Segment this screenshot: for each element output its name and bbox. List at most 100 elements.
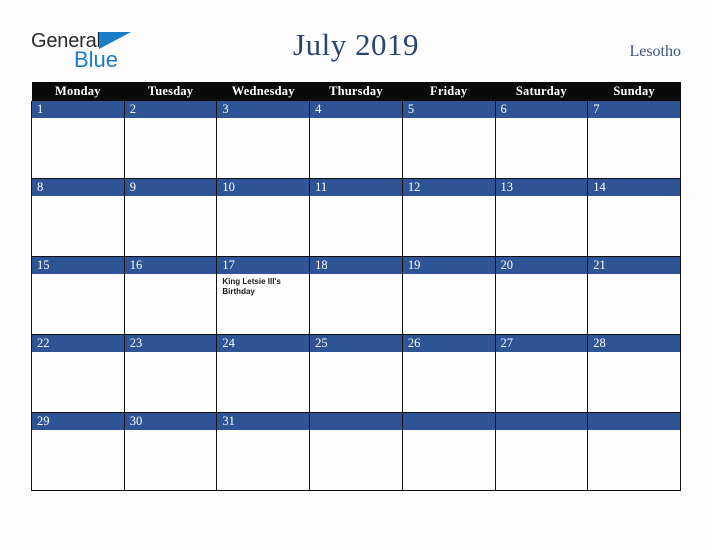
day-cell-inner: 4	[310, 101, 402, 178]
weekday-header-monday: Monday	[31, 82, 125, 101]
calendar-day-cell[interactable]: 18	[309, 256, 403, 335]
day-cell-inner: 21	[588, 257, 680, 334]
calendar-week-row: 15 16 17 King Letsie III's Birthday 18 19 20 21	[31, 256, 681, 335]
calendar-day-cell[interactable]: 17 King Letsie III's Birthday	[216, 256, 311, 335]
calendar-day-cell[interactable]: 12	[401, 178, 496, 257]
day-cell-inner: 10	[217, 179, 310, 256]
day-number: 12	[402, 179, 495, 196]
calendar-day-cell[interactable]: 23	[123, 334, 218, 413]
calendar-day-cell[interactable]: 30	[123, 412, 218, 491]
day-number: 26	[402, 335, 495, 352]
page-header: General Blue July 2019 Lesotho	[0, 0, 712, 82]
day-number: 22	[32, 335, 124, 352]
day-number: 9	[124, 179, 217, 196]
calendar-day-cell[interactable]: 11	[309, 178, 403, 257]
calendar-grid: Monday Tuesday Wednesday Thursday Friday…	[31, 82, 681, 491]
day-number: 21	[588, 257, 680, 274]
day-cell-inner: 1	[32, 101, 124, 178]
day-cell-inner: 9	[124, 179, 217, 256]
day-number	[310, 413, 402, 430]
day-number: 3	[217, 101, 310, 118]
weekday-header-sunday: Sunday	[587, 82, 681, 101]
calendar-day-cell[interactable]: 24	[216, 334, 311, 413]
calendar-day-cell[interactable]: 4	[309, 101, 403, 179]
day-cell-inner: 26	[402, 335, 495, 412]
calendar-day-cell[interactable]	[401, 412, 496, 491]
day-number: 8	[32, 179, 124, 196]
day-cell-inner: 28	[588, 335, 680, 412]
calendar-day-cell[interactable]: 7	[587, 101, 681, 179]
calendar-day-cell[interactable]: 16	[123, 256, 218, 335]
day-number: 5	[402, 101, 495, 118]
weekday-header-friday: Friday	[402, 82, 496, 101]
day-number: 29	[32, 413, 124, 430]
calendar-day-cell[interactable]: 13	[494, 178, 589, 257]
calendar-day-cell[interactable]: 15	[31, 256, 125, 335]
day-cell-inner: 2	[124, 101, 217, 178]
day-cell-inner: 24	[217, 335, 310, 412]
calendar-day-cell[interactable]	[309, 412, 403, 491]
day-cell-inner: 14	[588, 179, 680, 256]
day-number: 20	[495, 257, 588, 274]
day-number: 17	[217, 257, 310, 274]
calendar-day-cell[interactable]: 25	[309, 334, 403, 413]
calendar-header-row: Monday Tuesday Wednesday Thursday Friday…	[31, 82, 681, 101]
day-cell-inner: 3	[217, 101, 310, 178]
day-cell-inner: 17 King Letsie III's Birthday	[217, 257, 310, 334]
day-number: 24	[217, 335, 310, 352]
day-cell-inner: 11	[310, 179, 402, 256]
calendar-day-cell[interactable]: 20	[494, 256, 589, 335]
calendar-day-cell[interactable]: 27	[494, 334, 589, 413]
calendar-day-cell[interactable]	[587, 412, 681, 491]
weekday-header-saturday: Saturday	[495, 82, 588, 101]
calendar-day-cell[interactable]: 31	[216, 412, 311, 491]
calendar-day-cell[interactable]: 22	[31, 334, 125, 413]
day-number: 7	[588, 101, 680, 118]
holiday-event: King Letsie III's Birthday	[222, 277, 281, 297]
calendar-day-cell[interactable]: 10	[216, 178, 311, 257]
day-number: 6	[495, 101, 588, 118]
day-number: 31	[217, 413, 310, 430]
day-cell-inner: 13	[495, 179, 588, 256]
calendar-day-cell[interactable]: 8	[31, 178, 125, 257]
calendar-day-cell[interactable]: 21	[587, 256, 681, 335]
calendar-week-row: 1234567	[31, 101, 681, 179]
day-cell-inner: 19	[402, 257, 495, 334]
day-number: 11	[310, 179, 402, 196]
day-cell-inner	[402, 413, 495, 490]
day-number: 1	[32, 101, 124, 118]
calendar-day-cell[interactable]: 19	[401, 256, 496, 335]
day-number: 19	[402, 257, 495, 274]
calendar-day-cell[interactable]: 9	[123, 178, 218, 257]
day-number: 30	[124, 413, 217, 430]
calendar-week-row: 8 9 10 11 12 13 14	[31, 178, 681, 257]
calendar-day-cell[interactable]: 3	[216, 101, 311, 179]
calendar-body: 1 2 3 4 5 6 7 8 9 10 11 12 13 14 15 16 17 King Letsie III…	[31, 101, 681, 491]
page-title: July 2019	[293, 27, 419, 62]
day-cell-inner: 6	[495, 101, 588, 178]
day-cell-inner: 16	[124, 257, 217, 334]
weekday-header-row: Monday Tuesday Wednesday Thursday Friday…	[31, 82, 681, 101]
day-number: 28	[588, 335, 680, 352]
day-events: King Letsie III's Birthday	[217, 274, 309, 297]
calendar-day-cell[interactable]: 1	[31, 101, 125, 179]
day-number: 13	[495, 179, 588, 196]
calendar-day-cell[interactable]: 26	[401, 334, 496, 413]
calendar-page: General Blue July 2019 Lesotho Monday Tu…	[0, 0, 712, 550]
calendar-day-cell[interactable]: 6	[494, 101, 589, 179]
day-number	[402, 413, 495, 430]
calendar-day-cell[interactable]: 2	[123, 101, 218, 179]
day-cell-inner	[495, 413, 588, 490]
day-number: 2	[124, 101, 217, 118]
day-number	[495, 413, 588, 430]
day-cell-inner: 18	[310, 257, 402, 334]
calendar-day-cell[interactable]	[494, 412, 589, 491]
calendar-day-cell[interactable]: 28	[587, 334, 681, 413]
day-number: 10	[217, 179, 310, 196]
day-cell-inner: 29	[32, 413, 124, 490]
day-number: 14	[588, 179, 680, 196]
calendar-day-cell[interactable]: 5	[401, 101, 496, 179]
calendar-day-cell[interactable]: 29	[31, 412, 125, 491]
day-cell-inner: 31	[217, 413, 310, 490]
calendar-day-cell[interactable]: 14	[587, 178, 681, 257]
